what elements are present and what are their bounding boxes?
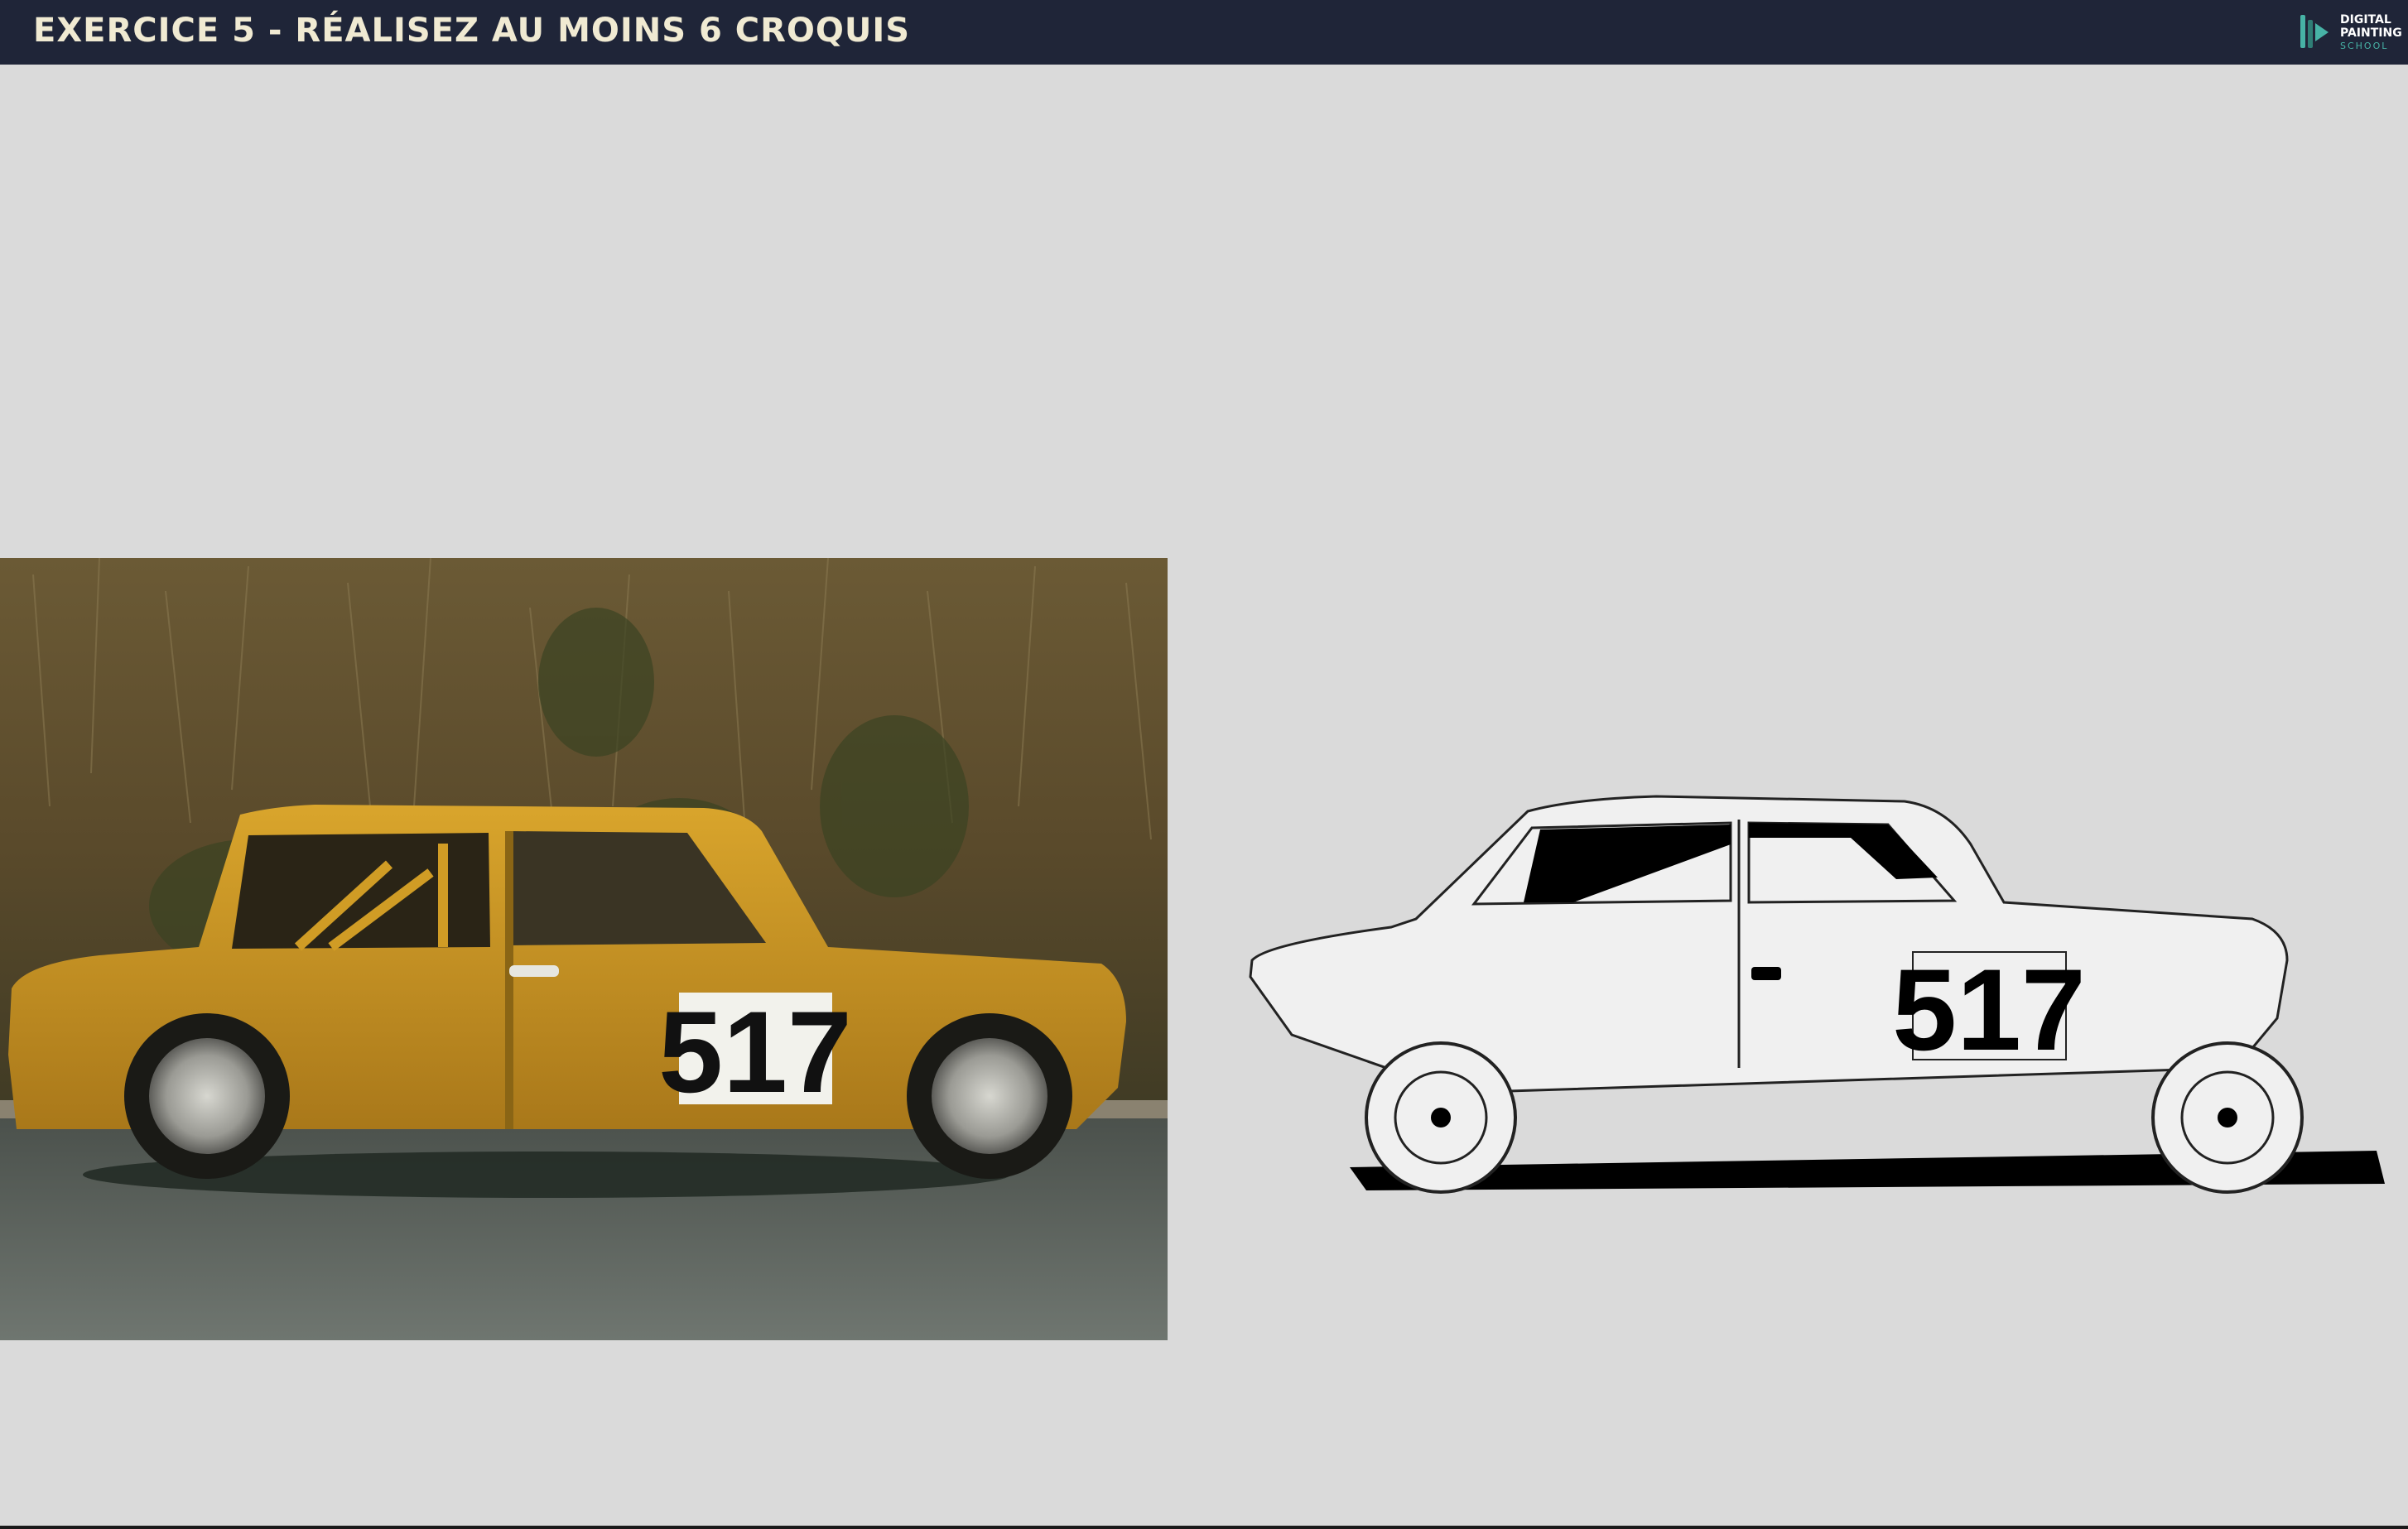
- logo-line-painting: PAINTING: [2340, 26, 2402, 40]
- front-rim: [932, 1038, 1047, 1154]
- door-line: [505, 831, 513, 1129]
- photo-race-number: 517: [658, 987, 852, 1117]
- reference-photo: 517: [0, 558, 1168, 1340]
- page-title: EXERCICE 5 - RÉALISEZ AU MOINS 6 CROQUIS: [33, 12, 911, 50]
- sketch-front-hub: [2218, 1108, 2237, 1128]
- door-handle: [509, 965, 559, 977]
- car-sketch: 517: [1249, 795, 2385, 1194]
- sketch-race-number: 517: [1892, 945, 2086, 1075]
- logo-text: DIGITAL PAINTING SCHOOL: [2340, 13, 2402, 53]
- logo-line-school: SCHOOL: [2340, 41, 2389, 51]
- sketch-door-handle: [1751, 967, 1781, 980]
- bottom-border: [0, 1526, 2408, 1529]
- header-bar: EXERCICE 5 - RÉALISEZ AU MOINS 6 CROQUIS…: [0, 0, 2408, 65]
- logo-line-digital: DIGITAL: [2340, 13, 2391, 26]
- rear-rim: [149, 1038, 265, 1154]
- sketch-rear-hub: [1431, 1108, 1451, 1128]
